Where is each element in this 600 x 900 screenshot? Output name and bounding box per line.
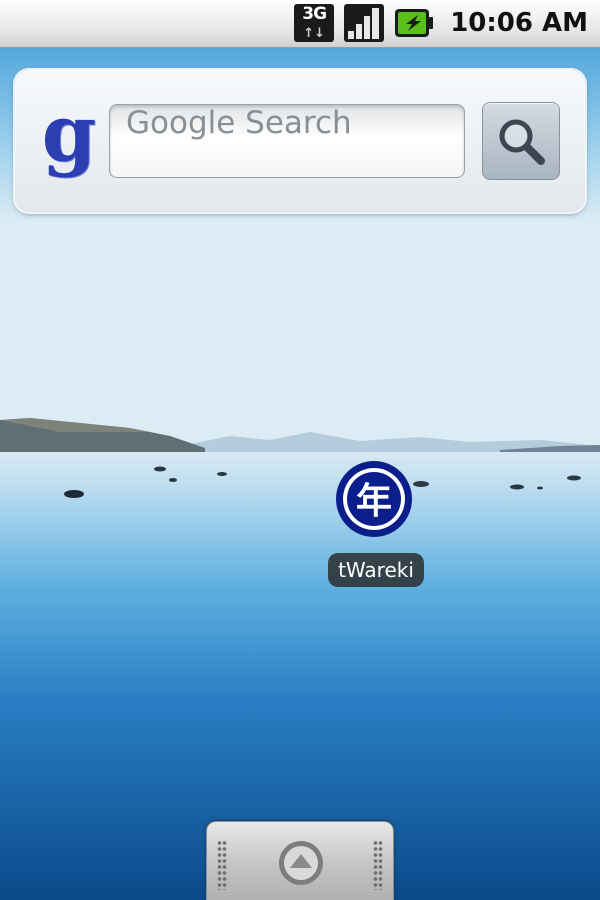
network-3g-icon: 3G ↑↓ xyxy=(294,4,335,42)
google-logo[interactable]: g xyxy=(41,94,97,182)
signal-strength-icon xyxy=(344,4,385,42)
status-clock: 10:06 AM xyxy=(450,8,588,38)
app-label-twareki: tWareki xyxy=(328,553,424,587)
status-bar: 3G ↑↓ 10:06 AM xyxy=(0,0,600,48)
status-icons: 3G ↑↓ 10:06 AM xyxy=(294,0,588,46)
home-screen: 3G ↑↓ 10:06 AM g Google Search 年 tWareki xyxy=(0,0,600,900)
battery-charging-icon xyxy=(395,9,434,37)
search-input[interactable]: Google Search xyxy=(109,104,465,178)
twareki-glyph: 年 xyxy=(356,481,392,522)
chevron-up-icon xyxy=(279,841,323,885)
drawer-grip-right xyxy=(373,840,383,890)
drawer-grip-left xyxy=(217,840,227,890)
network-activity-arrows: ↑↓ xyxy=(303,26,326,41)
twareki-app-icon: 年 xyxy=(336,461,412,537)
search-placeholder: Google Search xyxy=(126,105,352,141)
magnifier-icon xyxy=(499,119,545,165)
google-search-widget[interactable]: g Google Search xyxy=(15,70,585,212)
app-drawer-button[interactable] xyxy=(206,821,394,900)
search-button[interactable] xyxy=(482,102,560,180)
app-shortcut-twareki[interactable]: 年 tWareki xyxy=(318,455,428,595)
network-type-label: 3G xyxy=(302,4,327,24)
